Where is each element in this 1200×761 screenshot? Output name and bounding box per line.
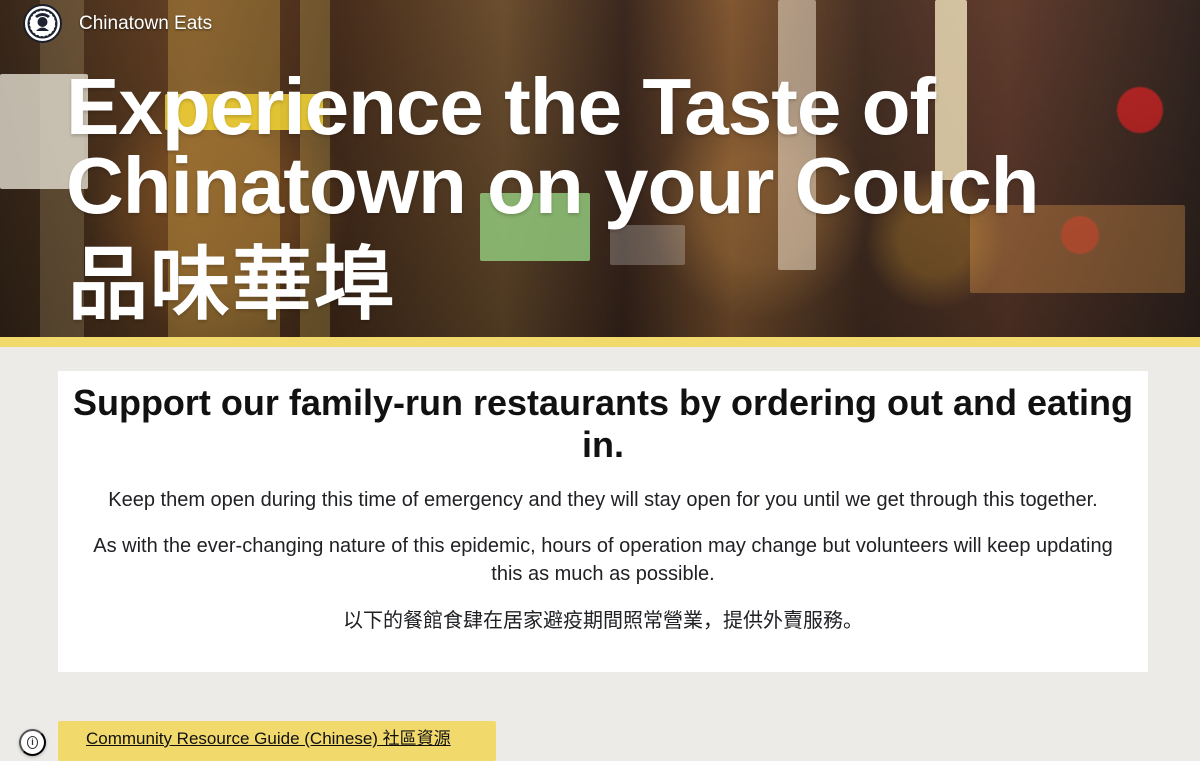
intro-heading: Support our family-run restaurants by or… [72,382,1134,465]
intro-paragraph-emergency: Keep them open during this time of emerg… [108,489,1098,511]
site-brand-link[interactable]: Chinatown Eats [23,3,212,44]
info-button[interactable]: i [19,729,46,756]
storefront-sign-decoration [610,225,685,265]
hero-divider [0,337,1200,347]
info-icon: i [27,736,38,749]
intro-card: Support our family-run restaurants by or… [58,371,1148,672]
hero-title: Experience the Taste of Chinatown on you… [66,61,1039,230]
chinatown-eats-logo-icon [23,4,62,43]
site-title: Chinatown Eats [79,12,213,34]
community-resource-guide-button[interactable]: Community Resource Guide (Chinese) 社區資源 [58,721,496,761]
intro-paragraph-chinese: 以下的餐館食肆在居家避疫期間照常營業，提供外賣服務。 [343,608,863,632]
hero-chinese-title: 品味華埠 [68,238,396,331]
intro-paragraph-hours: As with the ever-changing nature of this… [93,535,1113,585]
